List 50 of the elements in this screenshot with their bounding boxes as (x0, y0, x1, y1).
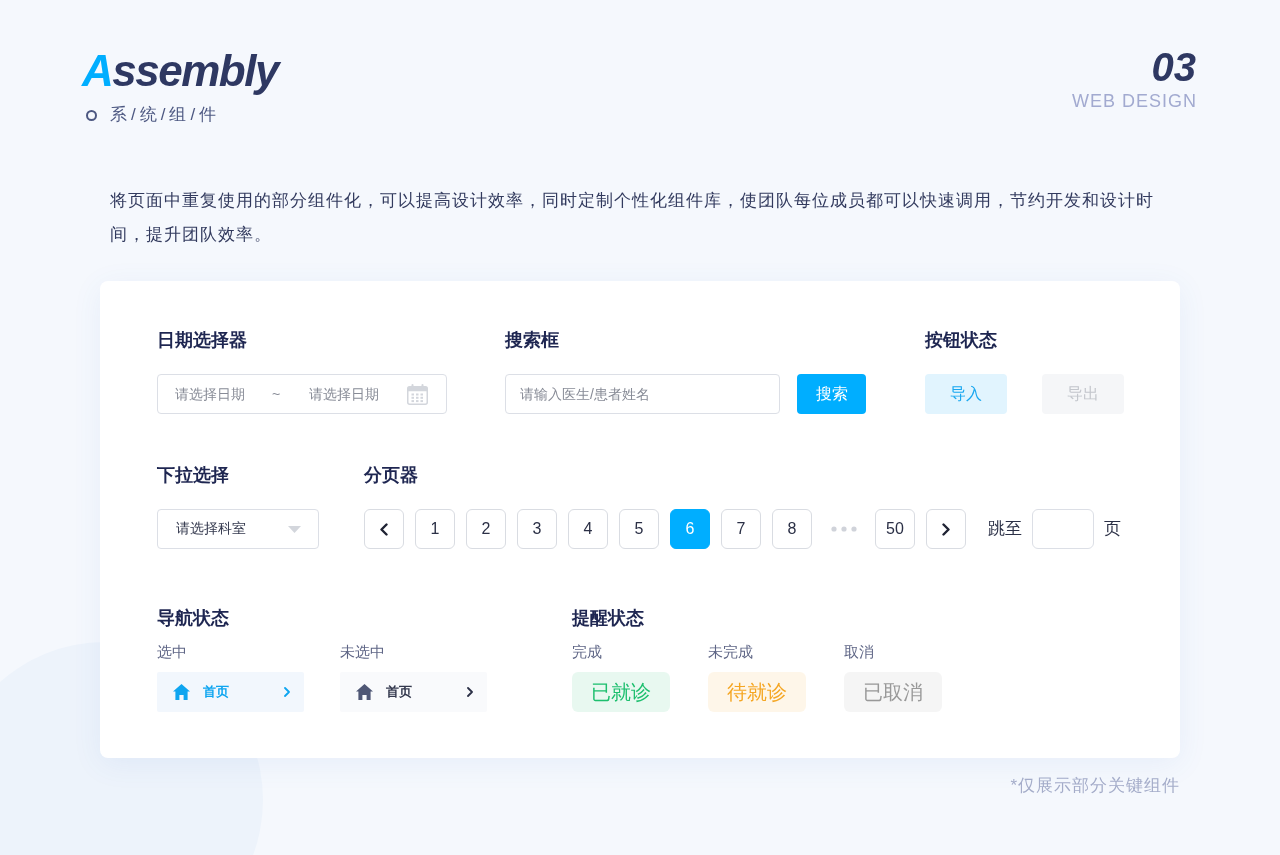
subtitle: 系/统/组/件 (110, 104, 221, 126)
section-heading: 下拉选择 (157, 464, 229, 487)
dropdown-select[interactable]: 请选择科室 (157, 509, 319, 549)
section-heading: 提醒状态 (572, 607, 644, 630)
chevron-right-icon (467, 687, 473, 697)
section-heading: 日期选择器 (157, 329, 247, 352)
home-icon (173, 684, 190, 700)
header-caption: WEB DESIGN (1072, 90, 1197, 112)
page-number: 03 (1151, 46, 1196, 88)
page-button[interactable]: 4 (568, 509, 608, 549)
state-caption: 选中 (157, 642, 187, 662)
ring-icon (86, 109, 97, 121)
chevron-left-icon (380, 522, 388, 536)
chevron-right-icon (284, 687, 290, 697)
caret-icon (288, 525, 301, 533)
footnote: *仅展示部分关键组件 (1010, 775, 1180, 797)
range-separator: ~ (270, 386, 282, 402)
page-button[interactable]: 5 (619, 509, 659, 549)
state-caption: 完成 (572, 642, 602, 662)
section-heading: 分页器 (364, 464, 418, 487)
nav-item[interactable]: 首页 (340, 672, 487, 712)
page-button[interactable]: 1 (415, 509, 455, 549)
section-heading: 搜索框 (505, 329, 559, 352)
date-range-field[interactable]: 请选择日期 ~ 请选择日期 (157, 374, 447, 414)
state-caption: 取消 (844, 642, 874, 662)
status-tag: 待就诊 (708, 672, 806, 712)
chevron-right-icon (942, 522, 950, 536)
next-page-button[interactable] (926, 509, 966, 549)
end-date-input[interactable]: 请选择日期 (309, 386, 397, 402)
page-suffix-label: 页 (1104, 518, 1121, 540)
page-button[interactable]: 3 (517, 509, 557, 549)
home-icon (356, 684, 373, 700)
search-field[interactable]: 请输入医生/患者姓名 (505, 374, 780, 414)
start-date-input[interactable]: 请选择日期 (175, 386, 263, 402)
section-heading: 按钮状态 (925, 329, 997, 352)
status-tag: 已取消 (844, 672, 942, 712)
state-caption: 未选中 (340, 642, 385, 662)
state-caption: 未完成 (708, 642, 753, 662)
page-jump-field[interactable] (1032, 509, 1094, 549)
status-tag: 已就诊 (572, 672, 670, 712)
calendar-icon (407, 383, 428, 405)
previous-page-button[interactable] (364, 509, 404, 549)
section-heading: 导航状态 (157, 607, 229, 630)
ellipsis-icon (830, 526, 857, 532)
page-button[interactable]: 8 (772, 509, 812, 549)
page-button[interactable]: 50 (875, 509, 915, 549)
page-button[interactable]: 7 (721, 509, 761, 549)
intro-paragraph: 将页面中重复使用的部分组件化，可以提高设计效率，同时定制个性化组件库，使团队每位成员都可以快速调用，节约开发和设计时间，提升团队效率。 (110, 190, 1155, 246)
page-button[interactable]: 2 (466, 509, 506, 549)
jump-label: 跳至 (988, 518, 1022, 540)
